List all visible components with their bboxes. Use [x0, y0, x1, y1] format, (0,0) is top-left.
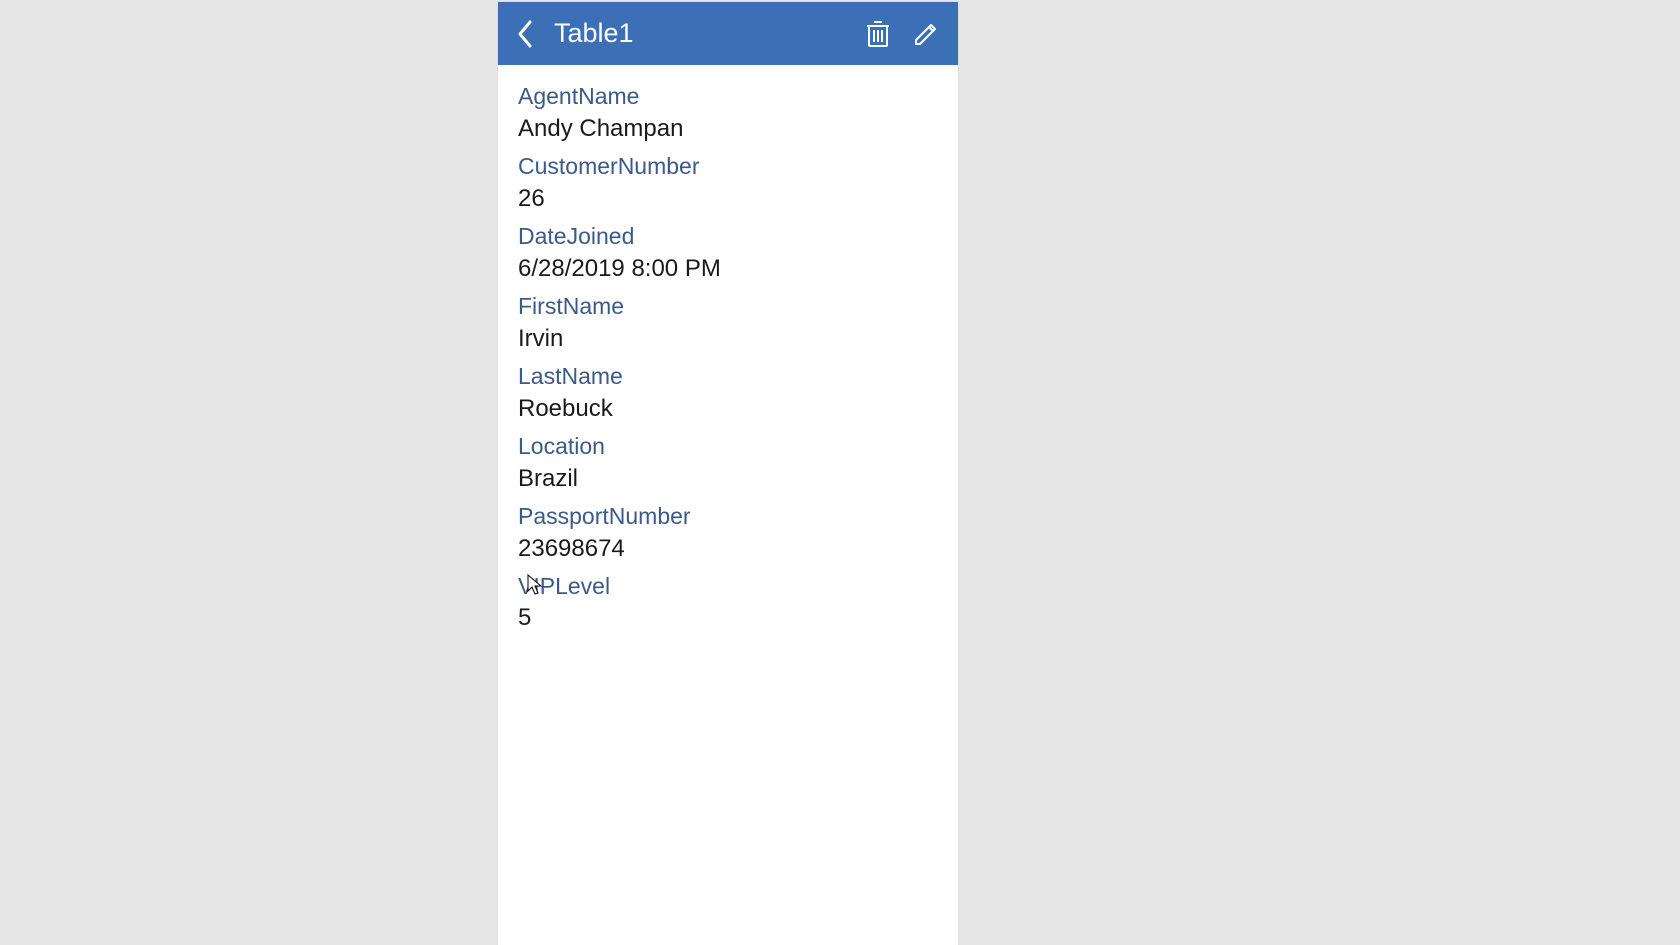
field-customernumber: CustomerNumber 26 — [518, 153, 938, 215]
field-value: 23698674 — [518, 533, 938, 565]
field-passportnumber: PassportNumber 23698674 — [518, 503, 938, 565]
field-value: Brazil — [518, 463, 938, 495]
field-label: FirstName — [518, 293, 938, 321]
field-label: DateJoined — [518, 223, 938, 251]
field-datejoined: DateJoined 6/28/2019 8:00 PM — [518, 223, 938, 285]
field-label: PassportNumber — [518, 503, 938, 531]
field-value: Andy Champan — [518, 113, 938, 145]
field-location: Location Brazil — [518, 433, 938, 495]
field-agentname: AgentName Andy Champan — [518, 83, 938, 145]
header-bar: Table1 — [498, 2, 958, 65]
field-value: 5 — [518, 602, 938, 634]
edit-button[interactable] — [902, 10, 950, 58]
field-label: Location — [518, 433, 938, 461]
field-label: CustomerNumber — [518, 153, 938, 181]
pencil-icon — [912, 20, 940, 48]
field-value: Roebuck — [518, 393, 938, 425]
field-viplevel: VIPLevel 5 — [518, 573, 938, 635]
field-lastname: LastName Roebuck — [518, 363, 938, 425]
page-title: Table1 — [554, 18, 854, 49]
chevron-left-icon — [516, 19, 536, 49]
field-label: LastName — [518, 363, 938, 391]
delete-button[interactable] — [854, 10, 902, 58]
field-value: 6/28/2019 8:00 PM — [518, 253, 938, 285]
detail-screen: Table1 AgentName Andy Champan CustomerNu — [498, 2, 958, 945]
field-label: VIPLevel — [518, 573, 938, 601]
field-value: Irvin — [518, 323, 938, 355]
record-fields: AgentName Andy Champan CustomerNumber 26… — [498, 65, 958, 651]
field-firstname: FirstName Irvin — [518, 293, 938, 355]
field-label: AgentName — [518, 83, 938, 111]
back-button[interactable] — [506, 14, 546, 54]
field-value: 26 — [518, 183, 938, 215]
trash-icon — [865, 19, 891, 49]
